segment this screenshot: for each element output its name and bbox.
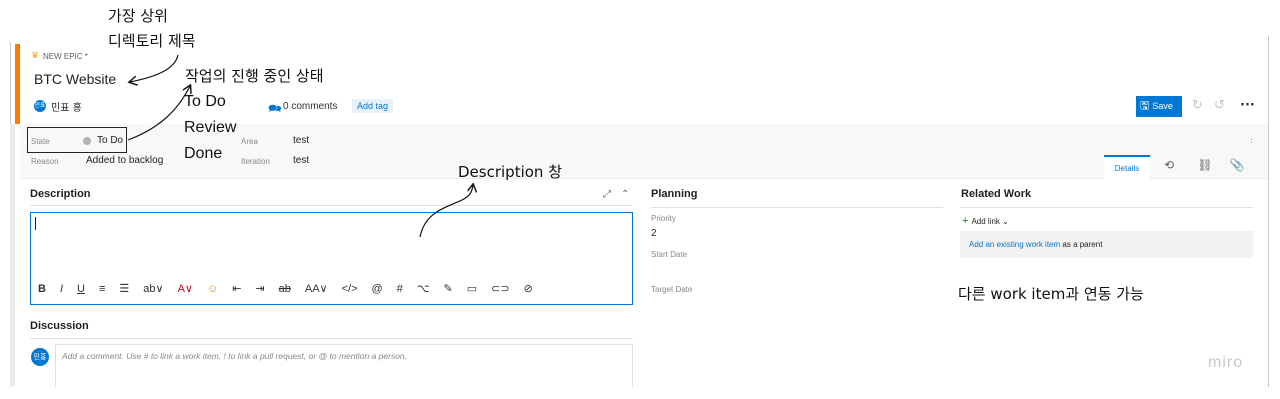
arrow-to-state [127,86,190,141]
annotation-arrows [0,54,1280,238]
arrow-to-title [130,54,179,82]
arrow-to-description [419,185,473,238]
